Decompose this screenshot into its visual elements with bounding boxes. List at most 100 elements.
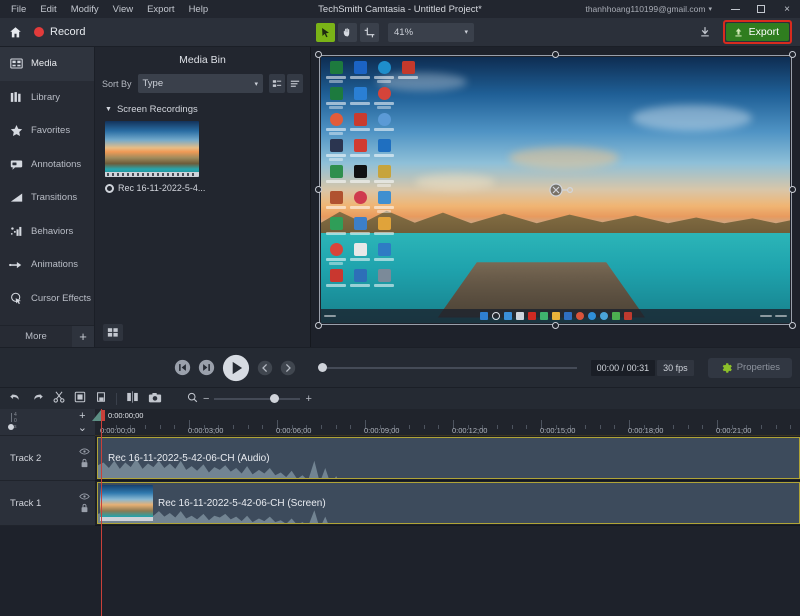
track-header-track-2[interactable]: Track 2 [0, 436, 95, 481]
menu-help[interactable]: Help [182, 2, 216, 17]
sidebar-item-favorites[interactable]: Favorites [0, 114, 94, 148]
play-button[interactable] [222, 354, 250, 382]
playhead-flag[interactable]: 0:00:00;00 [92, 410, 144, 421]
account-email[interactable]: thanhhoang110199@gmail.com [585, 4, 708, 14]
ruler-tick-minor [350, 425, 352, 429]
collapse-tracks-button[interactable]: ⌄ [78, 422, 87, 434]
media-group-screen-recordings[interactable]: ▼ Screen Recordings [95, 102, 310, 121]
left-sidebar: Media Library Favorites Annotations Tran… [0, 47, 95, 348]
properties-button[interactable]: Properties [707, 357, 792, 378]
menu-export[interactable]: Export [140, 2, 181, 17]
record-label: Record [50, 26, 86, 38]
menu-modify[interactable]: Modify [64, 2, 106, 17]
cut-button[interactable] [53, 390, 65, 408]
sidebar-item-animations[interactable]: Animations [0, 248, 94, 282]
playback-controls [174, 354, 296, 382]
callout-bubble-icon [9, 159, 23, 170]
snapshot-button[interactable] [148, 390, 162, 408]
resize-handle-bottom-right[interactable] [789, 322, 796, 329]
scrubber-track[interactable] [327, 366, 577, 369]
download-icon[interactable] [695, 22, 715, 42]
clip-thumbnail [100, 485, 153, 521]
list-detail-view-icon[interactable] [269, 74, 285, 93]
next-marker-button[interactable] [280, 360, 296, 376]
close-button[interactable]: × [774, 0, 800, 18]
sidebar-item-library[interactable]: Library [0, 81, 94, 115]
canvas-stage[interactable] [311, 47, 800, 333]
lock-icon [81, 458, 88, 468]
timeline-ruler[interactable]: 0:00:00;00 0:00:03;00 0:00:06;00 0:00:09;00… [92, 409, 800, 436]
sidebar-item-transitions[interactable]: Transitions [0, 181, 94, 215]
export-button[interactable]: Export [725, 23, 789, 41]
sidebar-item-behaviors[interactable]: Behaviors [0, 215, 94, 249]
playhead-time: 0:00:00;00 [108, 411, 144, 420]
menu-file[interactable]: File [4, 2, 33, 17]
sidebar-item-cursor-effects[interactable]: Cursor Effects [0, 282, 94, 316]
split-button[interactable] [126, 390, 139, 408]
resize-handle-top-right[interactable] [789, 51, 796, 58]
properties-label: Properties [736, 362, 780, 373]
canvas-zoom-select[interactable]: 41% ▾ [388, 22, 474, 42]
step-forward-button[interactable] [198, 359, 215, 376]
resize-handle-middle-left[interactable] [315, 186, 322, 193]
film-strip-icon [9, 58, 23, 69]
track-header-track-1[interactable]: Track 1 [0, 481, 95, 526]
canvas-frame[interactable] [315, 51, 796, 329]
minimize-button[interactable] [722, 0, 748, 18]
crop-tool-button[interactable] [360, 22, 379, 42]
zoom-slider-knob[interactable] [270, 393, 280, 403]
media-item-row[interactable]: Rec 16-11-2022-5-4... [95, 177, 310, 193]
copy-button[interactable] [74, 390, 86, 408]
resize-handle-top-left[interactable] [315, 51, 322, 58]
sidebar-item-annotations[interactable]: Annotations [0, 148, 94, 182]
resize-handle-bottom-left[interactable] [315, 322, 322, 329]
menu-view[interactable]: View [106, 2, 140, 17]
undo-button[interactable] [9, 390, 22, 408]
add-track-button[interactable]: + [79, 410, 85, 422]
sidebar-add-button[interactable]: + [72, 325, 94, 348]
timeline-zoom-slider[interactable] [214, 393, 301, 403]
magnifier-icon[interactable] [187, 390, 198, 408]
ruler-label: 0:00:06;00 [276, 426, 312, 435]
resize-handle-bottom-center[interactable] [551, 322, 559, 329]
rotate-handle-icon[interactable] [548, 182, 573, 198]
playback-scrubber[interactable] [318, 363, 577, 372]
sort-by-select[interactable]: Type ▾ [137, 74, 263, 93]
animation-arrow-icon [9, 260, 23, 270]
timeline-tracks[interactable]: 0:00:00;00 0:00:03;00 0:00:06;00 0:00:09;00… [92, 409, 800, 616]
record-button[interactable]: Record [34, 26, 85, 38]
account-chevron-down-icon[interactable]: ▾ [708, 5, 712, 13]
sidebar-more-button[interactable]: More [0, 331, 72, 342]
ruler-label: 0:00:21;00 [716, 426, 752, 435]
fps-display[interactable]: 30 fps [657, 359, 694, 376]
redo-button[interactable] [31, 390, 44, 408]
sidebar-item-media[interactable]: Media [0, 47, 94, 81]
pointer-tool-button[interactable] [316, 22, 335, 42]
clip-screen[interactable]: Rec 16-11-2022-5-42-06-CH (Screen) [97, 482, 800, 524]
canvas-tool-group: 41% ▾ [316, 22, 474, 42]
maximize-button[interactable] [748, 0, 774, 18]
track-headers: 40s + ⌄ Track 2 Track 1 [0, 409, 95, 526]
scrubber-handle[interactable] [318, 363, 327, 372]
list-view-icon[interactable] [287, 74, 303, 93]
sidebar-label-animations: Animations [31, 259, 78, 271]
previous-marker-button[interactable] [257, 360, 273, 376]
menu-edit[interactable]: Edit [33, 2, 63, 17]
media-bin-title: Media Bin [179, 54, 226, 66]
grid-view-icon[interactable] [103, 324, 123, 341]
paste-button[interactable] [95, 390, 107, 408]
step-back-button[interactable] [174, 359, 191, 376]
resize-handle-top-center[interactable] [551, 51, 559, 58]
track-row-2[interactable]: Rec 16-11-2022-5-42-06-CH (Audio) [95, 436, 800, 481]
sidebar-label-annotations: Annotations [31, 158, 82, 170]
track-row-1[interactable]: Rec 16-11-2022-5-42-06-CH (Screen) [95, 481, 800, 526]
canvas-bottom-bar [311, 333, 800, 347]
resize-handle-middle-right[interactable] [789, 186, 796, 193]
title-bar: File Edit Modify View Export Help TechSm… [0, 0, 800, 18]
media-thumbnail[interactable] [105, 121, 199, 177]
home-icon[interactable] [9, 26, 22, 39]
hand-tool-button[interactable] [338, 22, 357, 42]
zoom-out-button[interactable]: − [203, 393, 209, 405]
zoom-in-button[interactable]: + [305, 393, 311, 405]
clip-audio[interactable]: Rec 16-11-2022-5-42-06-CH (Audio) [97, 437, 800, 479]
